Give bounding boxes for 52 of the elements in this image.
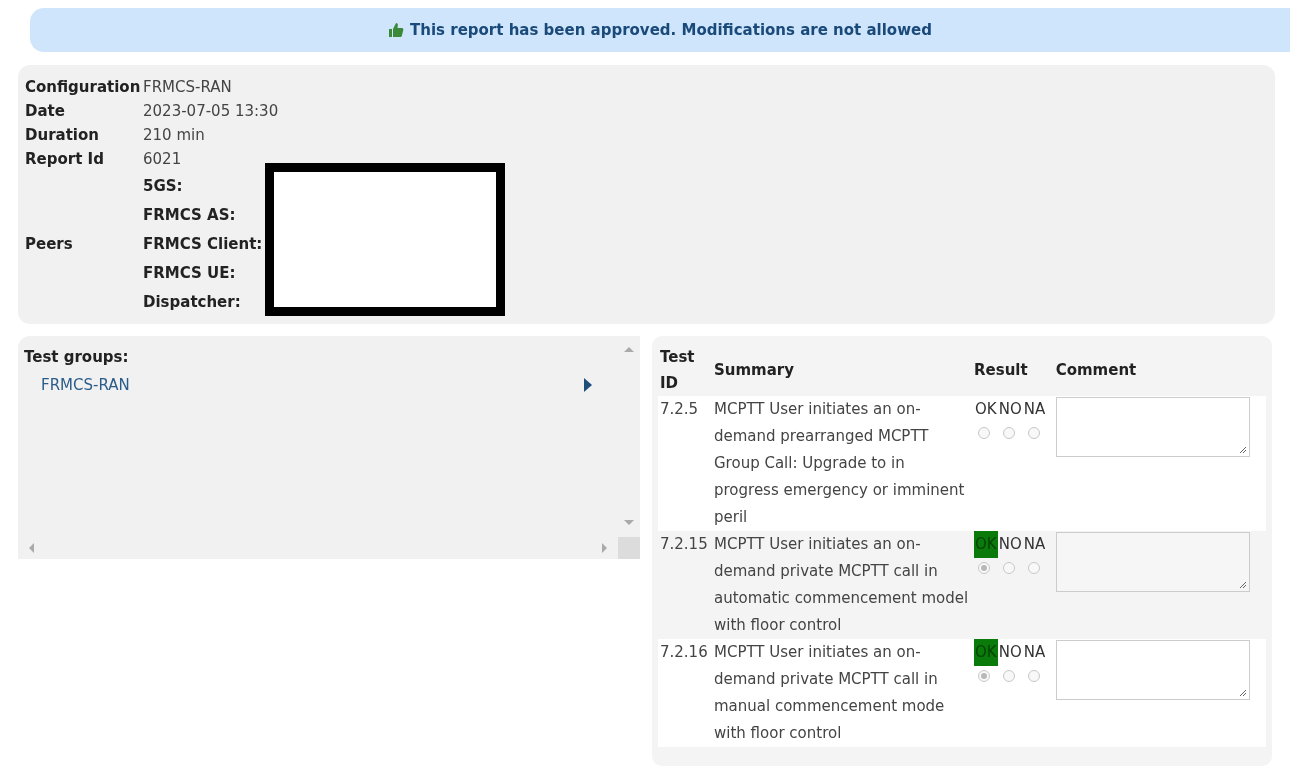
result-label: NO xyxy=(997,399,1023,420)
summary-cell: MCPTT User initiates an on-demand private MCPTT call in automatic commencement model with floor control xyxy=(712,531,972,639)
result-label: NO xyxy=(997,534,1023,555)
info-label: Duration xyxy=(25,126,100,144)
peer-label: FRMCS UE: xyxy=(143,262,237,284)
info-label: Report Id xyxy=(25,150,105,168)
result-radio[interactable] xyxy=(1003,670,1015,682)
result-radio[interactable] xyxy=(1028,427,1040,439)
result-label: OK xyxy=(974,399,998,420)
expand-arrow-icon xyxy=(584,378,592,392)
summary-cell: MCPTT User initiates an on-demand prearranged MCPTT Group Call: Upgrade to in progress emergency or imminent peril xyxy=(712,396,972,531)
resize-grip-icon xyxy=(1238,689,1247,697)
result-radio[interactable] xyxy=(978,562,990,574)
result-label: NA xyxy=(1022,534,1047,555)
comment-field[interactable] xyxy=(1055,532,1250,592)
peer-label: FRMCS AS: xyxy=(143,204,237,226)
thumbs-up-icon xyxy=(388,22,405,38)
test-group-item[interactable]: FRMCS-RAN xyxy=(41,376,592,394)
column-header: Test ID xyxy=(658,344,712,396)
column-header: Summary xyxy=(712,344,972,396)
column-header: Comment xyxy=(1053,344,1266,396)
result-radio[interactable] xyxy=(1028,670,1040,682)
result-label: NO xyxy=(997,642,1023,663)
info-value: 6021 xyxy=(143,150,182,168)
result-radio[interactable] xyxy=(1003,562,1015,574)
scrollbar-corner xyxy=(618,537,640,559)
info-label: Configuration xyxy=(25,78,142,96)
result-label: NA xyxy=(1022,399,1047,420)
info-value: 210 min xyxy=(143,126,205,144)
result-radio[interactable] xyxy=(1003,427,1015,439)
test-groups-title: Test groups: xyxy=(24,348,130,366)
result-radio[interactable] xyxy=(978,670,990,682)
column-header: Result xyxy=(972,344,1054,396)
approval-message: This report has been approved. Modifications are not allowed xyxy=(410,21,932,39)
peer-label: 5GS: xyxy=(143,175,184,197)
summary-cell: MCPTT User initiates an on-demand private MCPTT call in manual commencement mode with floor control xyxy=(712,639,972,747)
test-id-cell: 7.2.15 xyxy=(658,531,712,639)
info-label: Date xyxy=(25,102,66,120)
result-radio[interactable] xyxy=(1028,562,1040,574)
comment-field[interactable] xyxy=(1055,640,1250,700)
peer-label: Dispatcher: xyxy=(143,291,242,313)
info-value: FRMCS-RAN xyxy=(143,78,232,96)
resize-grip-icon xyxy=(1238,446,1247,454)
comment-field[interactable] xyxy=(1055,397,1250,457)
info-value: 2023-07-05 13:30 xyxy=(143,102,279,120)
test-id-cell: 7.2.5 xyxy=(658,396,712,531)
result-label: NA xyxy=(1022,642,1047,663)
peers-label: Peers xyxy=(25,234,74,253)
peer-label: FRMCS Client: xyxy=(143,233,263,255)
result-radio[interactable] xyxy=(978,427,990,439)
test-id-cell: 7.2.16 xyxy=(658,639,712,747)
resize-grip-icon xyxy=(1238,581,1247,589)
